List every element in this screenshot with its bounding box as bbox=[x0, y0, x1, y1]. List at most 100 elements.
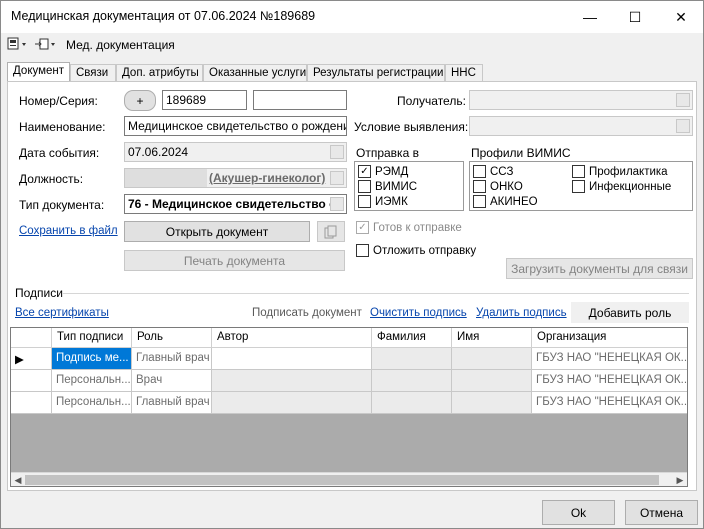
add-role-button[interactable]: Добавить роль bbox=[571, 302, 689, 323]
condition-field[interactable] bbox=[469, 116, 693, 136]
column-last-name[interactable]: Фамилия bbox=[372, 328, 452, 348]
copy-icon[interactable] bbox=[317, 221, 345, 242]
table-row[interactable]: Персональн... Главный врач ГБУЗ НАО "НЕН… bbox=[11, 392, 687, 414]
add-number-button[interactable]: + bbox=[124, 90, 156, 111]
cell-last-name[interactable] bbox=[372, 370, 452, 392]
name-label: Наименование: bbox=[19, 120, 106, 134]
sign-document-action[interactable]: Подписать документ bbox=[252, 307, 362, 319]
event-date-value: 07.06.2024 bbox=[128, 145, 189, 159]
cell-role[interactable]: Врач bbox=[132, 370, 212, 392]
cancel-button[interactable]: Отмена bbox=[625, 500, 698, 525]
event-date-label: Дата события: bbox=[19, 146, 100, 160]
condition-label: Условие выявления: bbox=[354, 120, 469, 134]
export-icon[interactable] bbox=[34, 37, 58, 54]
table-header: Тип подписи Роль Автор Фамилия Имя Орган… bbox=[11, 328, 687, 348]
signatures-section-label: Подписи bbox=[15, 286, 63, 300]
cell-author[interactable] bbox=[212, 370, 372, 392]
cell-author[interactable] bbox=[212, 348, 372, 370]
column-signature-type[interactable]: Тип подписи bbox=[52, 328, 132, 348]
number-field[interactable]: 189689 bbox=[162, 90, 247, 110]
postpone-send-checkbox[interactable]: Отложить отправку bbox=[356, 244, 476, 257]
vimis-ssz-checkbox[interactable]: ССЗ bbox=[473, 165, 513, 178]
position-field[interactable]: (Акушер-гинеколог) bbox=[124, 168, 347, 188]
maximize-button[interactable]: ☐ bbox=[612, 1, 658, 33]
toolbar-med-doc-label[interactable]: Мед. документация bbox=[66, 38, 175, 52]
cell-author[interactable] bbox=[212, 392, 372, 414]
row-selector[interactable] bbox=[11, 392, 52, 414]
cell-role[interactable]: Главный врач bbox=[132, 392, 212, 414]
toolbar: Мед. документация bbox=[1, 33, 703, 57]
calendar-icon[interactable] bbox=[330, 145, 344, 159]
tab-extra-attributes[interactable]: Доп. атрибуты bbox=[116, 64, 203, 82]
tab-links[interactable]: Связи bbox=[70, 64, 116, 82]
column-first-name[interactable]: Имя bbox=[452, 328, 532, 348]
cell-last-name[interactable] bbox=[372, 392, 452, 414]
send-remd-checkbox[interactable]: ✓ РЭМД bbox=[358, 165, 408, 178]
row-header-column bbox=[11, 328, 52, 348]
tab-nns[interactable]: ННС bbox=[445, 64, 483, 82]
doctype-picker-icon[interactable] bbox=[330, 197, 344, 211]
column-organization[interactable]: Организация bbox=[532, 328, 687, 348]
print-document-button[interactable]: Печать документа bbox=[124, 250, 345, 271]
column-author[interactable]: Автор bbox=[212, 328, 372, 348]
ready-to-send-checkbox[interactable]: ✓ Готов к отправке bbox=[356, 221, 462, 234]
position-label: Должность: bbox=[19, 172, 84, 186]
open-document-button[interactable]: Открыть документ bbox=[124, 221, 310, 242]
horizontal-scrollbar[interactable]: ◀ ▶ bbox=[11, 472, 687, 486]
vimis-profiles-label: Профили ВИМИС bbox=[471, 146, 571, 160]
row-selector[interactable] bbox=[11, 370, 52, 392]
send-iemk-checkbox[interactable]: ИЭМК bbox=[358, 195, 408, 208]
close-button[interactable]: ✕ bbox=[658, 1, 704, 33]
tab-registration-results[interactable]: Результаты регистрации bbox=[307, 64, 445, 82]
column-role[interactable]: Роль bbox=[132, 328, 212, 348]
doctype-field[interactable]: 76 - Медицинское свидетельство о bbox=[124, 194, 347, 214]
event-date-field[interactable]: 07.06.2024 bbox=[124, 142, 347, 162]
vimis-onko-checkbox[interactable]: ОНКО bbox=[473, 180, 523, 193]
checkbox-checked-icon[interactable]: ✓ bbox=[358, 165, 371, 178]
section-divider bbox=[63, 293, 689, 294]
minimize-button[interactable]: — bbox=[567, 1, 613, 33]
table-row[interactable]: ▶ Подпись ме... Главный врач ГБУЗ НАО "Н… bbox=[11, 348, 687, 370]
window-title: Медицинская документация от 07.06.2024 №… bbox=[11, 9, 316, 23]
number-label: Номер/Серия: bbox=[19, 94, 98, 108]
delete-signature-link[interactable]: Удалить подпись bbox=[476, 307, 567, 319]
send-to-label: Отправка в bbox=[356, 146, 419, 160]
recipient-picker-icon[interactable] bbox=[676, 93, 690, 107]
recipient-field[interactable] bbox=[469, 90, 693, 110]
ok-button[interactable]: Ok bbox=[542, 500, 615, 525]
upload-linked-documents-button[interactable]: Загрузить документы для связи bbox=[506, 258, 693, 279]
vimis-prevention-checkbox[interactable]: Профилактика bbox=[572, 165, 668, 178]
condition-picker-icon[interactable] bbox=[676, 119, 690, 133]
series-field[interactable] bbox=[253, 90, 347, 110]
scroll-right-icon[interactable]: ▶ bbox=[673, 473, 687, 486]
document-window: Медицинская документация от 07.06.2024 №… bbox=[0, 0, 704, 529]
clear-signature-link[interactable]: Очистить подпись bbox=[370, 307, 467, 319]
vimis-akineo-checkbox[interactable]: АКИНЕО bbox=[473, 195, 538, 208]
printer-icon[interactable] bbox=[7, 37, 29, 54]
vimis-infectious-checkbox[interactable]: Инфекционные bbox=[572, 180, 671, 193]
tab-services[interactable]: Оказанные услуги bbox=[203, 64, 307, 82]
scroll-thumb[interactable] bbox=[25, 475, 659, 485]
table-row[interactable]: Персональн... Врач ГБУЗ НАО "НЕНЕЦКАЯ ОК… bbox=[11, 370, 687, 392]
cell-first-name[interactable] bbox=[452, 348, 532, 370]
send-vimis-checkbox[interactable]: ВИМИС bbox=[358, 180, 417, 193]
cell-organization[interactable]: ГБУЗ НАО "НЕНЕЦКАЯ ОК... bbox=[532, 348, 687, 370]
cell-signature-type[interactable]: Подпись ме... bbox=[52, 348, 132, 370]
doctype-label: Тип документа: bbox=[19, 198, 105, 212]
cell-last-name[interactable] bbox=[372, 348, 452, 370]
row-selector[interactable]: ▶ bbox=[11, 348, 52, 370]
signatures-table: Тип подписи Роль Автор Фамилия Имя Орган… bbox=[10, 327, 688, 487]
name-field[interactable]: Медицинское свидетельство о рождении ( bbox=[124, 116, 347, 136]
cell-signature-type[interactable]: Персональн... bbox=[52, 392, 132, 414]
cell-organization[interactable]: ГБУЗ НАО "НЕНЕЦКАЯ ОК... bbox=[532, 392, 687, 414]
all-certificates-link[interactable]: Все сертификаты bbox=[15, 307, 109, 319]
cell-organization[interactable]: ГБУЗ НАО "НЕНЕЦКАЯ ОК... bbox=[532, 370, 687, 392]
cell-signature-type[interactable]: Персональн... bbox=[52, 370, 132, 392]
cell-first-name[interactable] bbox=[452, 392, 532, 414]
save-to-file-link[interactable]: Сохранить в файл bbox=[19, 225, 118, 237]
scroll-left-icon[interactable]: ◀ bbox=[11, 473, 25, 486]
cell-role[interactable]: Главный врач bbox=[132, 348, 212, 370]
cell-first-name[interactable] bbox=[452, 370, 532, 392]
tab-document[interactable]: Документ bbox=[7, 62, 70, 83]
position-picker-icon[interactable] bbox=[330, 171, 344, 185]
